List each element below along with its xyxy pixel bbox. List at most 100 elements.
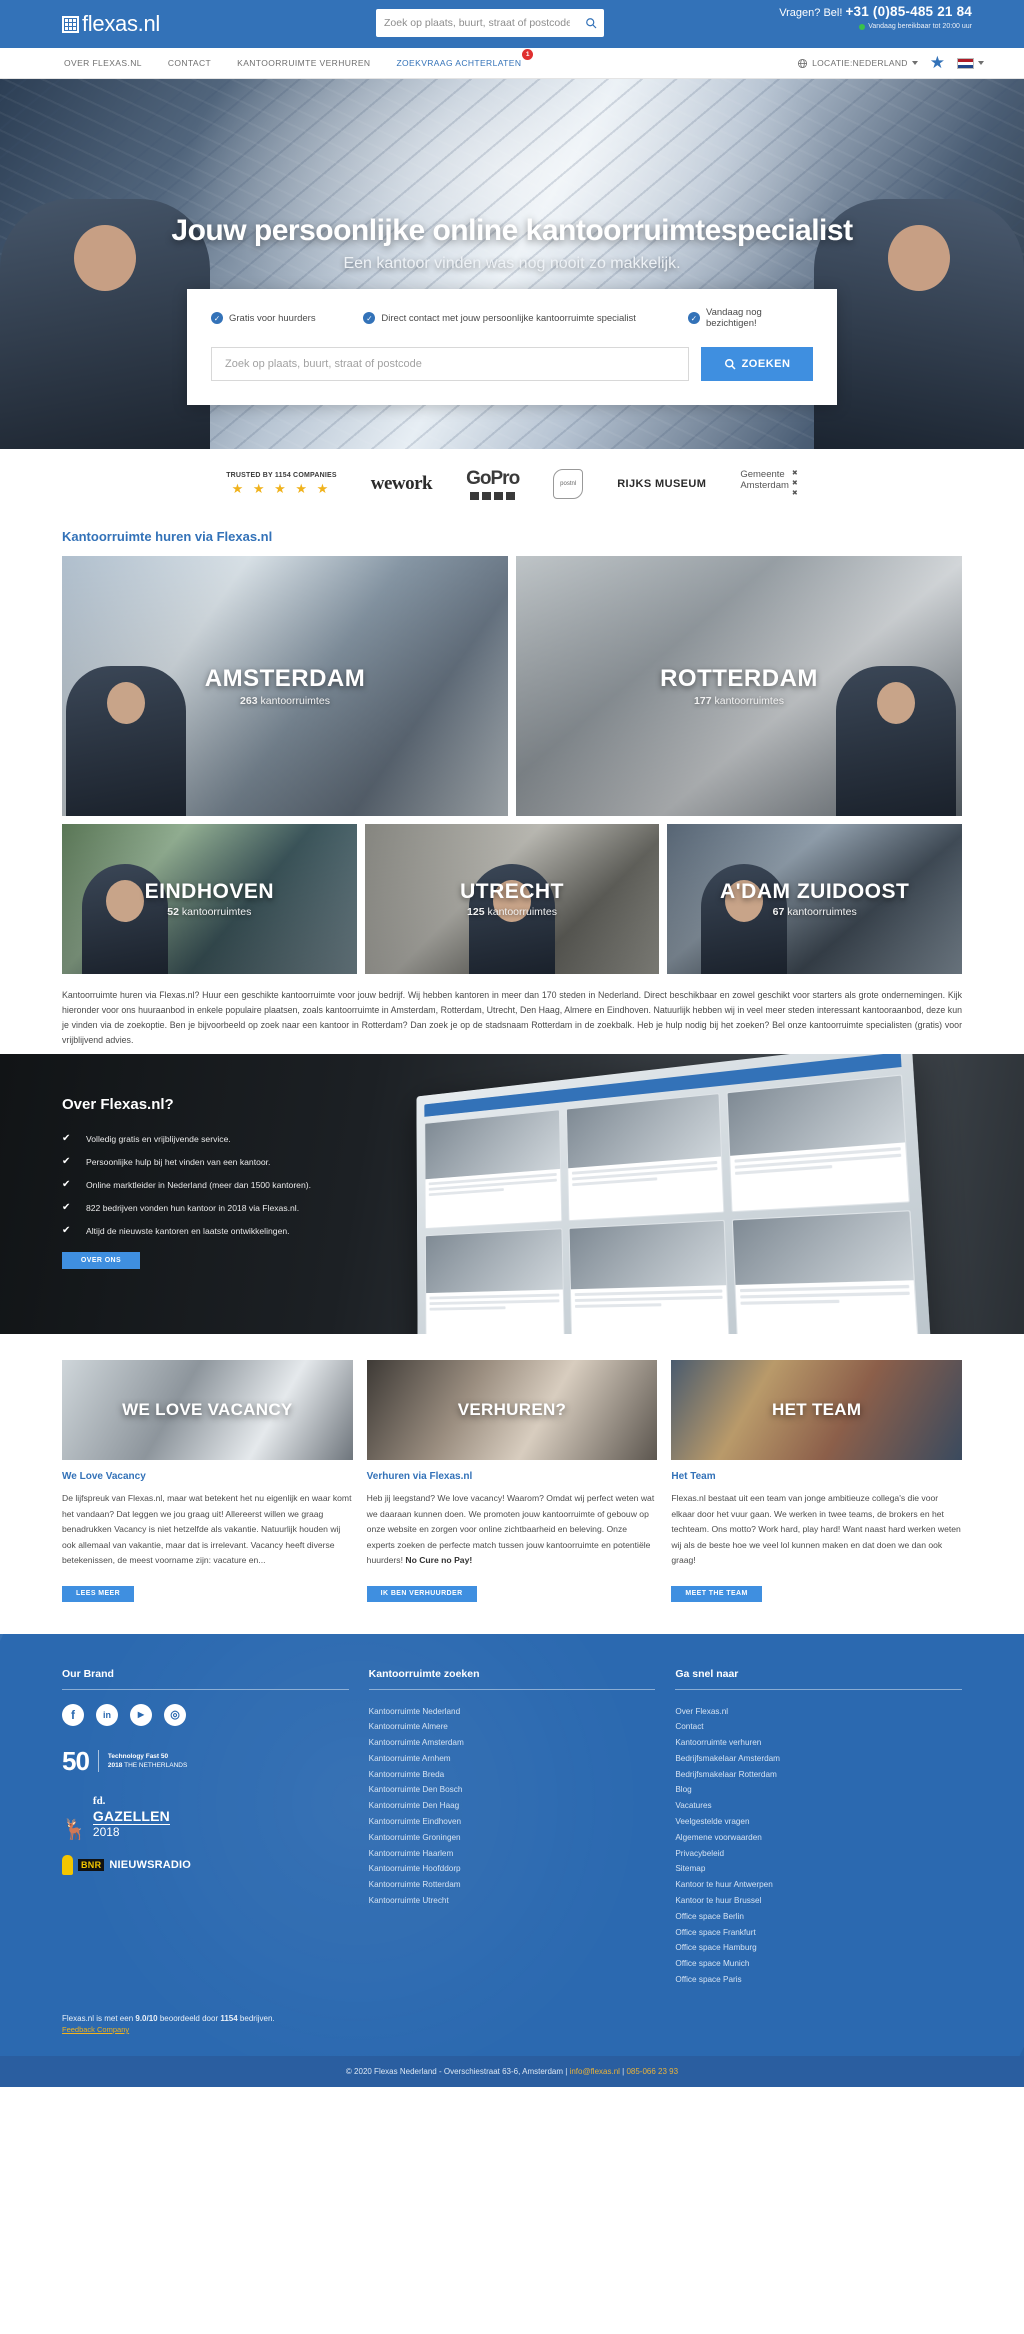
city-card-adam-zuidoost[interactable]: A'DAM ZUIDOOST 67 kantoorruimtes <box>667 824 962 974</box>
footer-link[interactable]: Kantoorruimte Arnhem <box>369 1751 656 1767</box>
nav-item-kantoorruimte-verhuren[interactable]: KANTOORRUIMTE VERHUREN <box>235 54 372 72</box>
about-list-item-label: Volledig gratis en vrijblijvende service… <box>86 1134 231 1144</box>
article-image-we-love-vacancy[interactable]: WE LOVE VACANCY <box>62 1360 353 1460</box>
feedback-company-link[interactable]: Feedback Company <box>62 2025 962 2034</box>
city-count-suffix: kantoorruimtes <box>712 695 784 707</box>
facebook-icon[interactable]: f <box>62 1704 84 1726</box>
footer-link[interactable]: Kantoorruimte Breda <box>369 1767 656 1783</box>
article-button-meet-the-team[interactable]: MEET THE TEAM <box>671 1586 761 1602</box>
footer-link[interactable]: Kantoor te huur Brussel <box>675 1893 962 1909</box>
footer-link[interactable]: Office space Frankfurt <box>675 1925 962 1941</box>
article-title-verhuren[interactable]: Verhuren via Flexas.nl <box>367 1471 658 1482</box>
city-count-utrecht: 125 kantoorruimtes <box>467 906 557 918</box>
linkedin-icon[interactable]: in <box>96 1704 118 1726</box>
usp-bullet-3: ✓ Vandaag nog bezichtigen! <box>688 307 813 329</box>
footer-link[interactable]: Kantoorruimte Rotterdam <box>369 1877 656 1893</box>
city-name-rotterdam: ROTTERDAM <box>660 665 818 693</box>
logo-rijksmuseum: RIJKS MUSEUM <box>617 478 706 490</box>
footer-link[interactable]: Algemene voorwaarden <box>675 1830 962 1846</box>
location-selector[interactable]: LOCATIE:NEDERLAND <box>797 58 918 69</box>
search-icon[interactable] <box>578 17 604 29</box>
cities-section: Kantoorruimte huren via Flexas.nl AMSTER… <box>62 529 962 1048</box>
header-search-input[interactable] <box>376 10 578 36</box>
award-fast50-number: 50 <box>62 1746 89 1777</box>
hero-search-row: ZOEKEN <box>211 347 813 381</box>
footer-link[interactable]: Kantoorruimte Den Bosch <box>369 1782 656 1798</box>
availability-text: Vandaag bereikbaar tot 20:00 uur <box>868 23 972 30</box>
check-icon: ✔ <box>62 1202 72 1213</box>
city-card-eindhoven[interactable]: EINDHOVEN 52 kantoorruimtes <box>62 824 357 974</box>
nav-right-controls: LOCATIE:NEDERLAND ★ <box>797 56 984 70</box>
nav-item-contact[interactable]: CONTACT <box>166 54 213 72</box>
article-image-het-team[interactable]: HET TEAM <box>671 1360 962 1460</box>
footer-link[interactable]: Kantoorruimte Hoofddorp <box>369 1861 656 1877</box>
article-title-we-love-vacancy[interactable]: We Love Vacancy <box>62 1471 353 1482</box>
article-title-het-team[interactable]: Het Team <box>671 1471 962 1482</box>
youtube-icon[interactable]: ▶ <box>130 1704 152 1726</box>
phone-number[interactable]: +31 (0)85-485 21 84 <box>845 4 972 19</box>
hero-search-button-label: ZOEKEN <box>742 358 791 370</box>
about-us-button[interactable]: OVER ONS <box>62 1252 140 1269</box>
language-selector[interactable] <box>957 58 984 69</box>
footer-link[interactable]: Office space Berlin <box>675 1909 962 1925</box>
check-icon: ✔ <box>62 1133 72 1144</box>
footer-link[interactable]: Bedrijfsmakelaar Amsterdam <box>675 1751 962 1767</box>
footer-columns: Our Brand f in ▶ ◎ 50 Technology Fast 50… <box>62 1668 962 1988</box>
hero-search-button[interactable]: ZOEKEN <box>701 347 813 381</box>
article-image-verhuren[interactable]: VERHUREN? <box>367 1360 658 1460</box>
footer-link[interactable]: Kantoorruimte Utrecht <box>369 1893 656 1909</box>
footer-link[interactable]: Office space Paris <box>675 1972 962 1988</box>
award-fast50-year: 2018 <box>108 1762 122 1769</box>
site-logo[interactable]: flexas.nl <box>62 11 160 37</box>
city-count-rotterdam: 177 kantoorruimtes <box>694 695 784 707</box>
copyright-phone-link[interactable]: 085-066 23 93 <box>626 2067 678 2076</box>
footer-link[interactable]: Veelgestelde vragen <box>675 1814 962 1830</box>
footer-link[interactable]: Kantoorruimte verhuren <box>675 1735 962 1751</box>
instagram-icon[interactable]: ◎ <box>164 1704 186 1726</box>
nav-item-over-flexas[interactable]: OVER FLEXAS.NL <box>62 54 144 72</box>
divider <box>98 1750 99 1772</box>
trusted-by-bar: TRUSTED BY 1154 COMPANIES ★ ★ ★ ★ ★ wewo… <box>0 449 1024 511</box>
city-card-utrecht[interactable]: UTRECHT 125 kantoorruimtes <box>365 824 660 974</box>
city-card-rotterdam[interactable]: ROTTERDAM 177 kantoorruimtes <box>516 556 962 816</box>
rating-prefix: Flexas.nl is met een <box>62 2014 135 2023</box>
page-root: flexas.nl Vragen? Bel! +31 (0)85-485 21 … <box>0 0 1024 2087</box>
footer-link[interactable]: Vacatures <box>675 1798 962 1814</box>
about-section: Over Flexas.nl? ✔ Volledig gratis en vri… <box>0 1054 1024 1334</box>
cities-intro-paragraph: Kantoorruimte huren via Flexas.nl? Huur … <box>62 988 962 1048</box>
article-body-text: Flexas.nl bestaat uit een team van jonge… <box>671 1493 960 1565</box>
rating-mid: beoordeeld door <box>158 2014 221 2023</box>
footer-link[interactable]: Kantoorruimte Almere <box>369 1719 656 1735</box>
article-button-lees-meer[interactable]: LEES MEER <box>62 1586 134 1602</box>
footer-link[interactable]: Sitemap <box>675 1861 962 1877</box>
footer-link[interactable]: Office space Hamburg <box>675 1940 962 1956</box>
gazelle-icon: 🦌 <box>62 1821 87 1839</box>
footer-link[interactable]: Kantoorruimte Den Haag <box>369 1798 656 1814</box>
hero-search-input[interactable] <box>211 347 689 381</box>
footer-link[interactable]: Over Flexas.nl <box>675 1704 962 1720</box>
favorites-star-icon[interactable]: ★ <box>930 56 945 70</box>
nav-item-zoekvraag-achterlaten[interactable]: ZOEKVRAAG ACHTERLATEN 1 <box>394 54 523 72</box>
status-dot-icon <box>859 24 865 30</box>
header-search-box[interactable] <box>376 9 604 37</box>
footer-link[interactable]: Bedrijfsmakelaar Rotterdam <box>675 1767 962 1783</box>
footer-link[interactable]: Contact <box>675 1719 962 1735</box>
footer-link[interactable]: Kantoorruimte Nederland <box>369 1704 656 1720</box>
footer-link[interactable]: Kantoorruimte Haarlem <box>369 1846 656 1862</box>
footer-link[interactable]: Kantoorruimte Groningen <box>369 1830 656 1846</box>
copyright-email-link[interactable]: info@flexas.nl <box>570 2067 620 2076</box>
city-count-suffix: kantoorruimtes <box>485 906 557 918</box>
rating-count: 1154 <box>220 2014 237 2023</box>
gazellen-text: fd. GAZELLEN 2018 <box>93 1791 170 1839</box>
footer-link[interactable]: Blog <box>675 1782 962 1798</box>
gazellen-name-label: GAZELLEN <box>93 1809 170 1825</box>
footer-link[interactable]: Kantoor te huur Antwerpen <box>675 1877 962 1893</box>
city-card-amsterdam[interactable]: AMSTERDAM 263 kantoorruimtes <box>62 556 508 816</box>
footer-link[interactable]: Office space Munich <box>675 1956 962 1972</box>
footer-link[interactable]: Kantoorruimte Eindhoven <box>369 1814 656 1830</box>
footer-link[interactable]: Privacybeleid <box>675 1846 962 1862</box>
footer-link[interactable]: Kantoorruimte Amsterdam <box>369 1735 656 1751</box>
article-button-ik-ben-verhuurder[interactable]: IK BEN VERHUURDER <box>367 1586 477 1602</box>
award-bnr-nieuwsradio: BNR NIEUWSRADIO <box>62 1855 349 1875</box>
about-heading-light: Over <box>62 1096 100 1113</box>
